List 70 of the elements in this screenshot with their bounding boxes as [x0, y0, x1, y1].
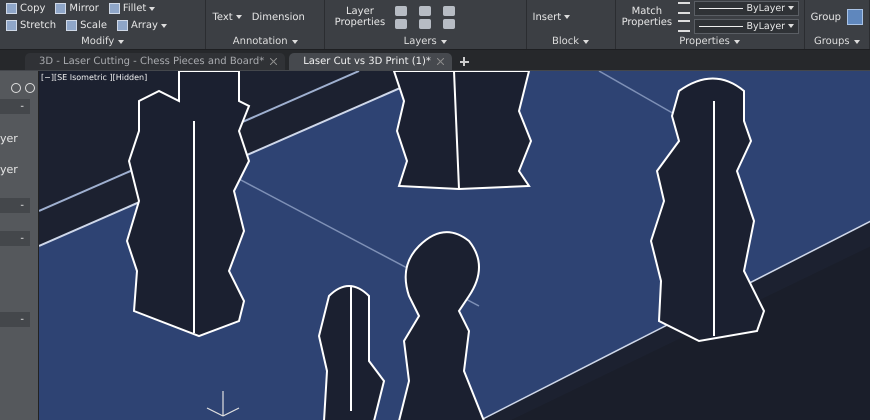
viewport-label[interactable]: [−][SE Isometric ][Hidden] — [41, 73, 148, 82]
caret-icon — [788, 24, 794, 28]
lineweight-icon — [678, 20, 690, 32]
section-bar[interactable]: - — [0, 312, 30, 327]
caret-icon — [564, 15, 570, 19]
tool-button[interactable]: Match Properties — [622, 6, 672, 28]
tool-button[interactable]: Layer Properties — [330, 6, 389, 28]
close-icon[interactable] — [436, 58, 444, 65]
layer-icon[interactable] — [442, 6, 455, 16]
collapse-button[interactable]: - — [20, 233, 24, 244]
close-icon[interactable] — [270, 58, 278, 65]
layer-icon[interactable] — [442, 18, 455, 28]
layer-icon[interactable] — [394, 18, 407, 28]
drawing-viewport[interactable]: [−][SE Isometric ][Hidden] — [39, 71, 870, 420]
tool-button[interactable]: Copy — [20, 3, 46, 14]
property-text: yer — [0, 132, 19, 145]
caret-icon — [149, 6, 156, 10]
caret-icon — [440, 40, 447, 44]
dropdown-value: ByLayer — [746, 20, 786, 32]
tool-icon — [66, 20, 78, 31]
section-bar[interactable]: - — [0, 198, 30, 213]
tool-button[interactable]: Scale — [80, 20, 107, 31]
tool-icon — [55, 3, 66, 14]
caret-icon — [292, 40, 298, 44]
file-tab[interactable]: 3D - Laser Cutting - Chess Pieces and Board* — [25, 53, 286, 70]
collapse-button[interactable]: - — [20, 314, 24, 325]
caret-icon — [734, 40, 740, 44]
section-bar[interactable]: - — [0, 231, 30, 246]
caret-icon — [118, 40, 124, 44]
panel-title[interactable]: Groups — [814, 36, 850, 47]
collapse-button[interactable]: - — [20, 101, 24, 112]
pick-icon[interactable] — [11, 83, 21, 93]
select-group-icon[interactable] — [847, 9, 864, 25]
tool-icon — [6, 3, 17, 14]
tool-button[interactable]: Dimension — [252, 12, 305, 22]
layer-icon[interactable] — [418, 6, 431, 16]
tool-button[interactable]: Text — [212, 12, 233, 22]
section-bar[interactable]: - — [0, 99, 30, 114]
tool-button[interactable]: Group — [810, 12, 842, 22]
dropdown-field[interactable]: ByLayer — [694, 0, 800, 16]
caret-icon — [788, 6, 794, 10]
file-tab[interactable]: Laser Cut vs 3D Print (1)* — [289, 53, 452, 70]
tool-button[interactable]: Insert — [532, 12, 562, 22]
tab-label: Laser Cut vs 3D Print (1)* — [303, 56, 431, 67]
dropdown-field[interactable]: ByLayer — [694, 18, 800, 34]
tool-button[interactable]: Array — [130, 20, 158, 31]
tool-icon — [108, 3, 120, 14]
tab-label: 3D - Laser Cutting - Chess Pieces and Board* — [39, 56, 264, 67]
tool-button[interactable]: Fillet — [122, 3, 146, 14]
ucs-icon — [206, 391, 240, 417]
lineweight-icon — [678, 2, 690, 14]
tool-button[interactable]: Mirror — [69, 3, 99, 14]
panel-title[interactable]: Layers — [404, 36, 437, 47]
caret-icon — [583, 40, 590, 44]
tool-icon — [6, 20, 17, 31]
caret-icon — [160, 24, 167, 28]
property-text: yer — [0, 163, 19, 176]
tool-icon — [116, 20, 128, 31]
select-icon[interactable] — [25, 83, 35, 93]
tool-button[interactable]: Stretch — [20, 20, 56, 31]
layer-icon[interactable] — [418, 18, 431, 28]
panel-title[interactable]: Annotation — [232, 36, 288, 47]
dropdown-value: ByLayer — [746, 2, 786, 14]
layer-icon[interactable] — [394, 6, 407, 16]
panel-title[interactable]: Modify — [81, 36, 114, 47]
caret-icon — [236, 15, 242, 19]
panel-title[interactable]: Properties — [679, 36, 730, 47]
panel-title[interactable]: Block — [552, 36, 580, 47]
caret-icon — [854, 40, 860, 44]
collapse-button[interactable]: - — [20, 200, 24, 211]
